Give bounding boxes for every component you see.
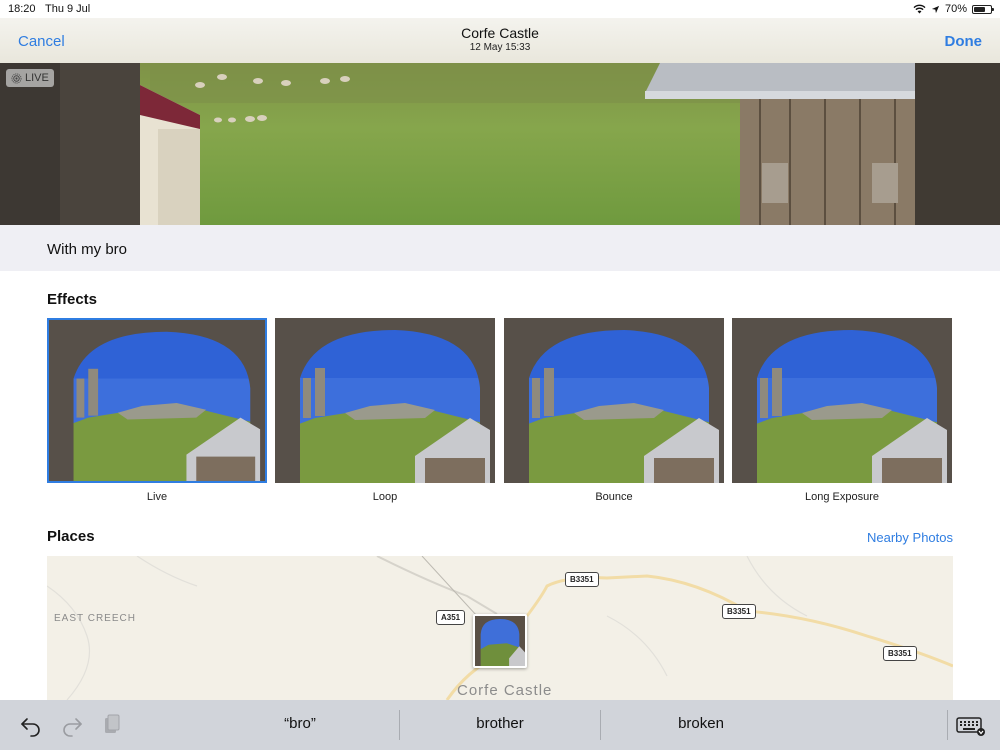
status-date: Thu 9 Jul: [45, 3, 91, 15]
map-area-label: EAST CREECH: [54, 613, 136, 624]
effect-label: Loop: [372, 491, 398, 503]
status-time: 18:20: [8, 3, 36, 15]
map-photo-pin[interactable]: [473, 614, 527, 668]
battery-percentage: 70%: [944, 3, 967, 15]
done-button[interactable]: Done: [945, 33, 983, 50]
road-shield-b3351: B3351: [565, 572, 599, 587]
live-badge-label: LIVE: [25, 72, 49, 84]
keyboard-icon[interactable]: [956, 713, 986, 737]
road-shield-b3351: B3351: [883, 646, 917, 661]
effect-label: Bounce: [595, 491, 633, 503]
caption-field[interactable]: With my bro: [0, 225, 1000, 271]
live-photo-icon: [11, 72, 22, 84]
hero-photo-scene: [0, 63, 1000, 225]
effect-option[interactable]: [732, 318, 952, 483]
road-shield-b3351: B3351: [722, 604, 756, 619]
paste-icon[interactable]: [100, 713, 124, 737]
effect-option[interactable]: [504, 318, 724, 483]
effect-thumbnail: [275, 318, 495, 483]
map-pin-thumbnail: [475, 616, 525, 666]
map-town-label: Corfe Castle: [457, 682, 553, 699]
effect-option[interactable]: [275, 318, 495, 483]
hero-photo[interactable]: LIVE: [0, 63, 1000, 225]
keyboard-suggestion-bar: “bro” brother broken: [0, 700, 1000, 750]
effect-thumbnail: [47, 318, 267, 483]
effect-thumbnail: [504, 318, 724, 483]
nearby-photos-link[interactable]: Nearby Photos: [867, 530, 953, 545]
places-heading: Places: [47, 528, 95, 545]
status-indicators: 70%: [913, 3, 994, 15]
effect-thumbnail: [732, 318, 952, 483]
nav-title: Corfe Castle: [461, 25, 539, 41]
effects-heading: Effects: [47, 291, 98, 308]
places-map[interactable]: A351 B3351 B3351 B3351 EAST CREECH Corfe…: [47, 556, 953, 700]
road-shield-a351: A351: [436, 610, 466, 625]
location-arrow-icon: [931, 5, 940, 13]
redo-icon[interactable]: [60, 713, 84, 737]
undo-icon[interactable]: [19, 713, 43, 737]
suggestion-3[interactable]: broken: [601, 715, 801, 732]
status-bar: 18:20 Thu 9 Jul 70%: [0, 0, 1000, 18]
wifi-icon: [913, 4, 926, 14]
battery-icon: [972, 4, 994, 14]
suggestion-1[interactable]: “bro”: [200, 715, 400, 732]
caption-text: With my bro: [47, 241, 128, 258]
navigation-bar: Cancel Corfe Castle 12 May 15:33 Done: [0, 18, 1000, 63]
effect-label: Live: [146, 491, 168, 503]
effect-option[interactable]: [47, 318, 267, 483]
suggestion-separator: [947, 710, 948, 740]
nav-subtitle: 12 May 15:33: [469, 42, 531, 53]
live-badge[interactable]: LIVE: [6, 69, 54, 87]
suggestion-2[interactable]: brother: [400, 715, 600, 732]
effect-label: Long Exposure: [805, 491, 879, 503]
